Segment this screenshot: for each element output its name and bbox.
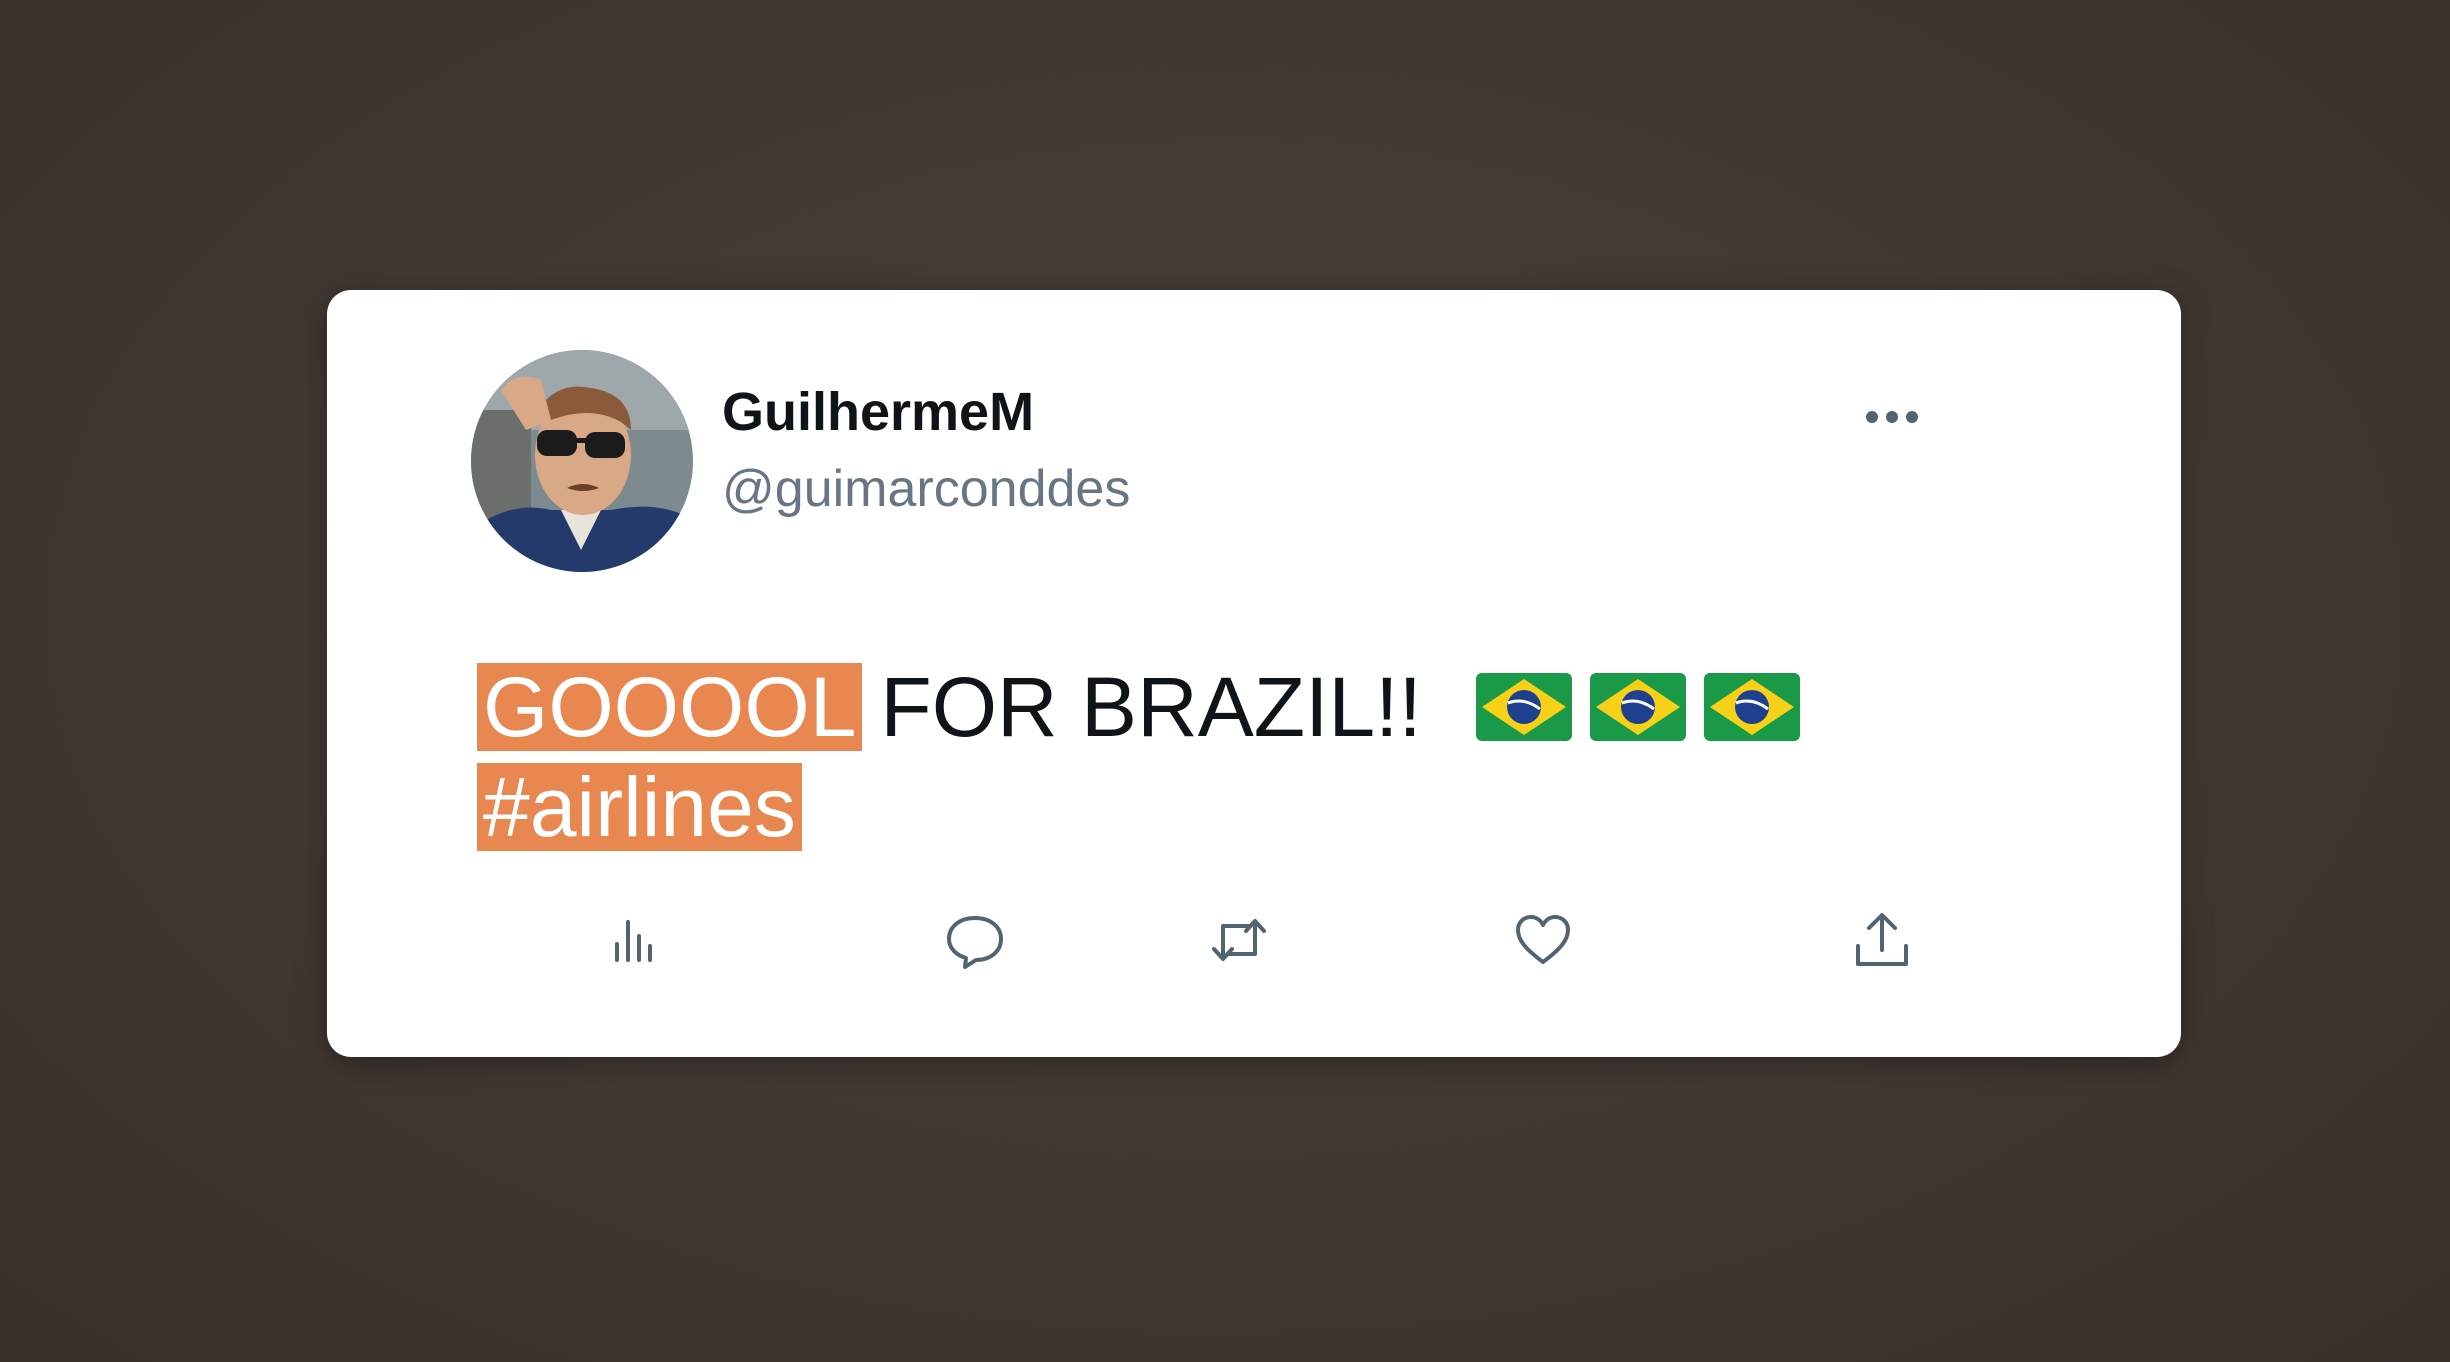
more-dot-icon [1886,411,1898,423]
retweet-button[interactable] [1199,900,1279,980]
retweet-icon [1212,919,1266,961]
brazil-flag-icon [1703,673,1800,741]
brazil-flag-icon [1589,673,1686,741]
share-upload-icon [1856,913,1908,966]
tweet-text-line-2: #airlines [477,763,802,851]
avatar-photo [471,350,693,572]
views-button[interactable] [593,900,673,980]
hashtag-link[interactable]: #airlines [477,763,802,851]
tweet-text: FOR BRAZIL!! [880,660,1422,754]
avatar[interactable] [471,350,693,572]
like-button[interactable] [1503,900,1583,980]
tweet-text-line-1: GOOOOL FOR BRAZIL!! [477,663,1802,751]
more-dot-icon [1866,411,1878,423]
more-options-button[interactable] [1857,400,1927,434]
display-name[interactable]: GuilhermeM [722,385,1034,439]
user-handle[interactable]: @guimarconddes [722,463,1130,515]
speech-bubble-icon [947,916,1003,969]
tweet-action-bar [327,900,2181,980]
brazil-flag-icon [1475,673,1572,741]
share-button[interactable] [1842,900,1922,980]
bar-chart-icon [615,920,652,962]
highlighted-word: GOOOOL [477,663,863,751]
reply-button[interactable] [935,900,1015,980]
flag-emojis [1474,671,1802,743]
heart-icon [1516,915,1570,964]
tweet-card: GuilhermeM @guimarconddes GOOOOL FOR BRA… [327,290,2181,1057]
more-dot-icon [1906,411,1918,423]
